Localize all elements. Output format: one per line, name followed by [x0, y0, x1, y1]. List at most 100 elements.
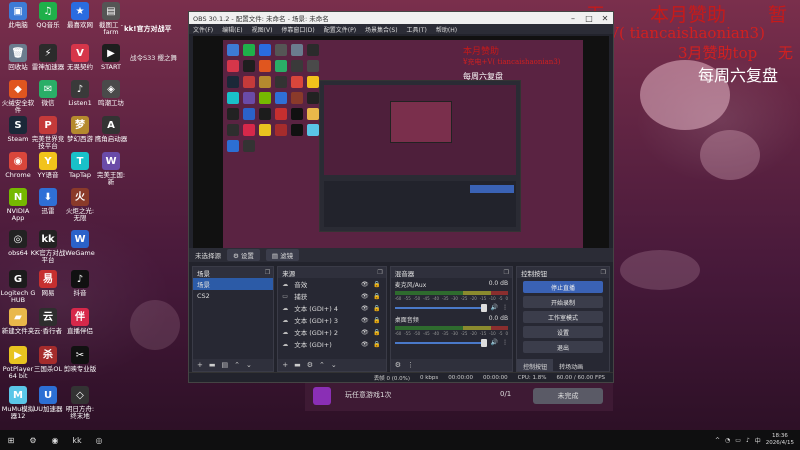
desktop-icon[interactable]: kk KK官方对战平台	[30, 230, 66, 264]
filters-button[interactable]: ▤ 滤镜	[265, 249, 300, 261]
remove-scene-button[interactable]: ▬	[209, 361, 216, 369]
desktop-icon[interactable]: ⬇ 迅雷	[30, 188, 66, 215]
move-up-button[interactable]: ⌃	[319, 361, 325, 369]
slider-handle[interactable]	[480, 303, 487, 312]
system-clock[interactable]: 18:36 2026/4/15	[766, 433, 794, 447]
visibility-eye-icon[interactable]: 👁	[360, 341, 370, 348]
visibility-eye-icon[interactable]: 👁	[360, 305, 370, 312]
slider-handle[interactable]	[480, 338, 487, 347]
close-button[interactable]: ✕	[597, 14, 613, 23]
dock-icon[interactable]: ❐	[377, 269, 382, 276]
lock-icon[interactable]: 🔒	[372, 341, 382, 348]
speaker-icon[interactable]: 🔊	[491, 339, 498, 346]
move-down-button[interactable]: ⌄	[331, 361, 337, 369]
lock-icon[interactable]: 🔒	[372, 305, 382, 312]
source-item[interactable]: ☁ 音效 👁 🔒	[278, 278, 386, 290]
desktop-icon[interactable]: ⚡ 雷神加速器	[30, 44, 66, 71]
taskbar-obs-icon[interactable]: ◎	[88, 430, 110, 450]
scene-item[interactable]: 场景	[193, 278, 274, 290]
menu-tools[interactable]: 工具(T)	[407, 25, 427, 34]
desktop-icon[interactable]: A 鹰角启动器	[93, 116, 129, 143]
lock-icon[interactable]: 🔒	[372, 281, 382, 288]
start-recording-button[interactable]: 开始录制	[523, 296, 603, 308]
desktop-icon[interactable]: Y YY语音	[30, 152, 66, 179]
desktop-icon[interactable]: 伴直播伴侣	[62, 308, 98, 335]
menu-profile[interactable]: 配置文件(P)	[324, 25, 356, 34]
add-source-button[interactable]: +	[282, 361, 288, 369]
minimize-button[interactable]: –	[565, 14, 581, 23]
source-item[interactable]: ☁ 文本 (GDI+) 👁 🔒	[278, 338, 386, 350]
dock-icon[interactable]: ❐	[504, 269, 509, 276]
visibility-eye-icon[interactable]: 👁	[360, 317, 370, 324]
maximize-button[interactable]: □	[581, 14, 597, 23]
tab-controls[interactable]: 控制按钮	[517, 359, 554, 371]
source-item[interactable]: ▭ 捕获 👁 🔒	[278, 290, 386, 302]
desktop-icon[interactable]: ♪ 抖音	[62, 270, 98, 297]
add-scene-button[interactable]: +	[197, 361, 203, 369]
visibility-eye-icon[interactable]: 👁	[360, 281, 370, 288]
desktop-icon[interactable]: ◇ 明日方舟: 终末地	[62, 386, 98, 420]
start-button[interactable]: ⊞	[0, 430, 22, 450]
obs-preview[interactable]: 本月赞助 ¥充电+V( tiancaishaonian3) 每周六复盘	[193, 36, 609, 252]
tray-expand-icon[interactable]: ^	[715, 437, 720, 444]
menu-edit[interactable]: 编辑(E)	[222, 25, 242, 34]
stop-streaming-button[interactable]: 停止直播	[523, 281, 603, 293]
menu-docks[interactable]: 停靠窗口(D)	[281, 25, 314, 34]
source-item[interactable]: ☁ 文本 (GDI+) 4 👁 🔒	[278, 302, 386, 314]
advanced-audio-button[interactable]: ⚙	[395, 361, 401, 369]
desktop-icon[interactable]: U UU加速器	[30, 386, 66, 413]
menu-scene-collection[interactable]: 场景集合(S)	[365, 25, 398, 34]
desktop-icon[interactable]: 杀三国杀OL	[30, 346, 66, 373]
slider-track[interactable]	[394, 303, 487, 312]
track-menu-icon[interactable]: ⋮	[502, 339, 508, 346]
scene-item[interactable]: CS2	[193, 290, 273, 302]
lock-icon[interactable]: 🔒	[372, 317, 382, 324]
dock-icon[interactable]: ❐	[265, 269, 270, 276]
studio-mode-button[interactable]: 工作室模式	[523, 311, 603, 323]
visibility-eye-icon[interactable]: 👁	[360, 329, 370, 336]
tray-volume-icon[interactable]: ♪	[746, 437, 750, 444]
obs-titlebar[interactable]: OBS 30.1.2 - 配置文件: 未命名 - 场景: 未命名 – □ ✕	[189, 12, 613, 24]
taskbar-kk-icon[interactable]: kk	[66, 430, 88, 450]
tab-transitions[interactable]: 转场动画	[553, 359, 589, 371]
desktop-icon[interactable]: 云云·香行者	[30, 308, 66, 335]
taskbar-steam-icon[interactable]: ⚙	[22, 430, 44, 450]
desktop-icon[interactable]: ✉ 微信	[30, 80, 66, 107]
volume-slider[interactable]: 🔊 ⋮	[394, 338, 508, 347]
desktop-icon[interactable]: ✂ 剪映专业版	[62, 346, 98, 373]
taskbar-chrome-icon[interactable]: ◉	[44, 430, 66, 450]
source-item[interactable]: ☁ 文本 (GDI+) 2 👁 🔒	[278, 326, 386, 338]
menu-help[interactable]: 帮助(H)	[436, 25, 457, 34]
visibility-eye-icon[interactable]: 👁	[360, 293, 370, 300]
task-status-button[interactable]: 未完成	[533, 388, 603, 404]
properties-button[interactable]: ⚙ 设置	[227, 249, 260, 261]
scene-filters-button[interactable]: ▤	[222, 361, 229, 369]
remove-source-button[interactable]: ▬	[294, 361, 301, 369]
tray-ime-icon[interactable]: 中	[755, 436, 761, 445]
exit-button[interactable]: 退出	[523, 341, 603, 353]
slider-track[interactable]	[394, 338, 487, 347]
mixer-menu-button[interactable]: ⋮	[407, 361, 414, 369]
tray-display-icon[interactable]: ▭	[735, 437, 741, 444]
desktop-icon[interactable]: P 完美世界竞技平台	[30, 116, 66, 150]
desktop-icon[interactable]: W WeGame	[62, 230, 98, 257]
move-up-button[interactable]: ⌃	[234, 361, 240, 369]
source-properties-button[interactable]: ⚙	[307, 361, 313, 369]
settings-button[interactable]: 设置	[523, 326, 603, 338]
lock-icon[interactable]: 🔒	[372, 329, 382, 336]
lock-icon[interactable]: 🔒	[372, 293, 382, 300]
desktop-icon[interactable]: ▶ START	[93, 44, 129, 71]
desktop-icon[interactable]: 火火炬之光: 无限	[62, 188, 98, 222]
speaker-icon[interactable]: 🔊	[491, 304, 498, 311]
menu-view[interactable]: 视图(V)	[252, 25, 273, 34]
track-menu-icon[interactable]: ⋮	[502, 304, 508, 311]
dock-icon[interactable]: ❐	[601, 269, 606, 276]
volume-slider[interactable]: 🔊 ⋮	[394, 303, 508, 312]
desktop-icon[interactable]: ◈ 鸣潮工坊	[93, 80, 129, 107]
source-item[interactable]: ☁ 文本 (GDI+) 3 👁 🔒	[278, 314, 386, 326]
menu-file[interactable]: 文件(F)	[193, 25, 213, 34]
tray-network-icon[interactable]: ◔	[725, 437, 730, 444]
desktop-icon[interactable]: W 完美王国: 新	[93, 152, 129, 186]
move-down-button[interactable]: ⌄	[246, 361, 252, 369]
desktop-icon[interactable]: 易网易	[30, 270, 66, 297]
